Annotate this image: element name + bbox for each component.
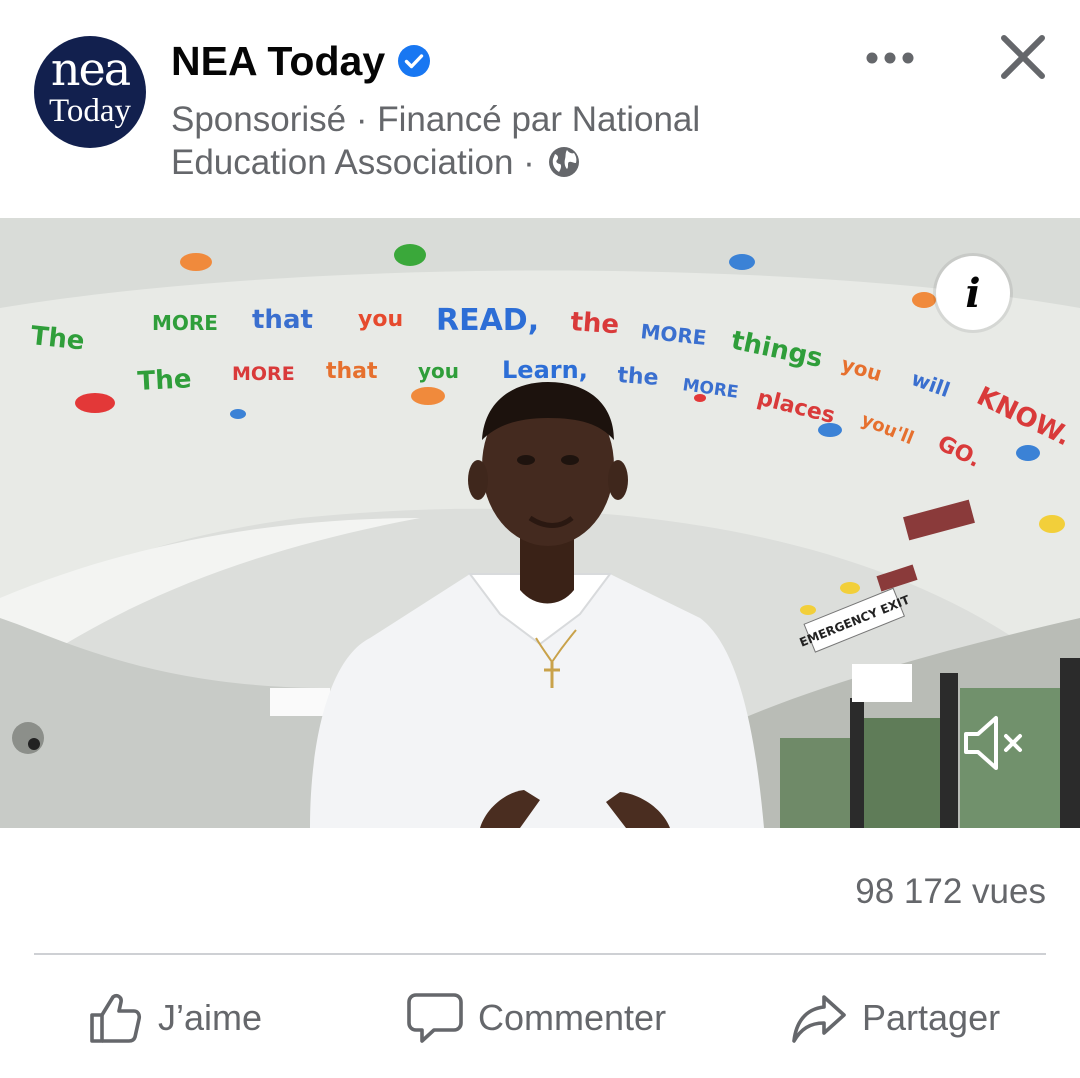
divider <box>34 953 1046 955</box>
page-avatar[interactable]: nea Today <box>34 36 146 148</box>
muted-speaker-icon[interactable] <box>960 712 1026 774</box>
post-header: nea Today NEA Today Sponsorisé · Financé… <box>0 0 1080 218</box>
comment-bubble-icon <box>407 993 463 1043</box>
like-label: J’aime <box>158 997 263 1038</box>
banner-word: that <box>326 359 378 384</box>
comment-button[interactable]: Commenter <box>406 982 666 1054</box>
like-button[interactable]: J’aime <box>86 982 262 1054</box>
share-arrow-icon <box>792 995 846 1043</box>
info-icon: i <box>965 269 981 317</box>
banner-word: the <box>617 363 660 391</box>
video-frame: The MORE that you READ, the MORE things … <box>0 218 1080 828</box>
avatar-text-today: Today <box>48 93 131 129</box>
sponsored-line-2: Education Association · <box>171 141 791 184</box>
banner-word: that <box>252 305 313 335</box>
sponsored-line-1: Sponsorisé · Financé par National <box>171 100 701 139</box>
view-count[interactable]: 98 172 vues <box>855 872 1046 912</box>
avatar-text-nea: nea <box>50 42 131 96</box>
close-icon[interactable] <box>996 30 1050 84</box>
page-name[interactable]: NEA Today <box>171 38 385 85</box>
banner-word: READ, <box>436 303 539 338</box>
banner-word: you <box>358 307 403 332</box>
page-name-row: NEA Today <box>171 36 431 86</box>
verified-badge-icon <box>398 45 431 77</box>
banner-word: The <box>29 321 86 356</box>
banner-word: Learn, <box>502 356 588 384</box>
comment-label: Commenter <box>478 997 667 1038</box>
share-label: Partager <box>862 997 1001 1038</box>
more-options-icon[interactable] <box>862 38 918 78</box>
banner-word: The <box>137 364 192 397</box>
banner-word: MORE <box>152 311 218 335</box>
banner-word: MORE <box>232 363 295 385</box>
share-button[interactable]: Partager <box>790 982 1000 1054</box>
banner-word: the <box>570 307 621 340</box>
banner-word: you <box>418 359 459 383</box>
ad-info-button[interactable]: i <box>936 256 1010 330</box>
globe-icon <box>548 147 579 177</box>
video-player[interactable]: The MORE that you READ, the MORE things … <box>0 218 1080 828</box>
sponsor-name-cont: Education Association · <box>171 143 535 182</box>
sponsored-meta: Sponsorisé · Financé par National Educat… <box>171 98 791 184</box>
thumbs-up-icon <box>90 994 142 1043</box>
